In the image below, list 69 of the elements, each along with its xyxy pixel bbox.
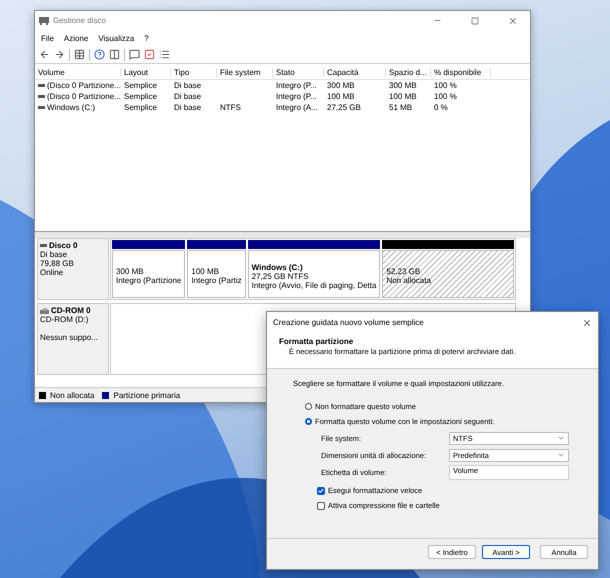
partition-block[interactable]: 52,23 GB Non allocata (382, 250, 514, 298)
table-cell-text: NTFS (219, 103, 242, 112)
table-cell-text: 100 MB (326, 92, 356, 101)
maximize-icon[interactable] (471, 16, 479, 24)
legend-label: Partizione primaria (113, 390, 180, 400)
columns-icon[interactable] (109, 49, 120, 60)
table-cell-text: 27,25 GB (326, 103, 362, 112)
window-title: Gestione disco (53, 16, 107, 25)
partition-bar (187, 240, 246, 249)
checkbox-icon[interactable] (144, 49, 155, 60)
close-icon[interactable] (582, 318, 592, 328)
list-icon[interactable] (159, 49, 170, 60)
partition-block[interactable]: 100 MB Integro (Partiz (187, 250, 246, 298)
column-header[interactable]: Spazio d... (386, 68, 431, 77)
table-cell-text: 100 % (433, 92, 458, 101)
back-icon[interactable] (39, 49, 50, 60)
table-cell-text: 300 MB (326, 81, 356, 90)
table-cell-text: Integro (A... (275, 103, 319, 112)
table-cell-text: Integro (P... (275, 92, 318, 101)
table-cell: Windows (C:) (35, 103, 121, 112)
disk-detail: CD-ROM (D:) (40, 315, 90, 324)
menu-item[interactable]: File (41, 34, 54, 42)
menu-item[interactable]: ? (144, 34, 149, 42)
column-header[interactable]: Volume (35, 68, 121, 77)
table-cell-text: 100 % (433, 81, 458, 90)
cd-drive-icon (40, 307, 49, 314)
table-cell-text: 51 MB (388, 103, 414, 112)
drive-icon (38, 95, 45, 98)
disk-name: CD-ROM 0 (40, 306, 106, 315)
table-cell-text: Semplice (123, 81, 158, 90)
table-cell-text: Semplice (123, 92, 158, 101)
column-header[interactable]: Tipo (171, 68, 217, 77)
column-header[interactable]: Stato (273, 68, 324, 77)
close-icon[interactable] (508, 16, 518, 26)
column-header[interactable]: File system (217, 68, 273, 77)
table-cell-text: 300 MB (388, 81, 418, 90)
table-cell-text: Semplice (123, 103, 158, 112)
table-cell-text: 0 % (433, 103, 449, 112)
legend-label: Non allocata (50, 390, 94, 400)
table-cell-text: 100 MB (388, 92, 418, 101)
table-cell-text: Di base (173, 81, 202, 90)
dialog-title: Creazione guidata nuovo volume semplice (273, 318, 424, 327)
column-header[interactable]: Capacità (324, 68, 386, 77)
chevron-icon (557, 451, 565, 459)
drive-icon (40, 244, 47, 247)
menu-item[interactable]: Azione (64, 34, 88, 42)
partition-block[interactable]: Windows (C:) 27,25 GB NTFS Integro (Avvio, File di paging, Detta (248, 250, 380, 298)
partition-block[interactable]: 300 MB Integro (Partizione (112, 250, 186, 298)
table-cell: (Disco 0 Partizione... (35, 81, 121, 90)
drive-icon (38, 106, 45, 109)
disk-detail: 79,88 GB (40, 259, 75, 268)
disk-detail: Online (40, 268, 64, 277)
table-cell-text: Integro (P... (275, 81, 318, 90)
table-cell: (Disco 0 Partizione... (35, 92, 121, 101)
table-cell-text: Di base (173, 103, 202, 112)
column-header[interactable]: Layout (121, 68, 171, 77)
table-icon[interactable] (74, 49, 85, 60)
help-icon[interactable] (94, 49, 105, 60)
disk-detail: Di base (40, 250, 68, 259)
table-cell-text: Di base (173, 92, 202, 101)
menu-item[interactable]: Visualizza (98, 34, 134, 42)
disk-name: Disco 0 (40, 241, 106, 250)
forward-icon[interactable] (54, 49, 65, 60)
chevron-icon (557, 434, 565, 442)
message-icon[interactable] (129, 49, 140, 60)
drive-icon (38, 84, 45, 87)
step-heading: Formatta partizione (279, 337, 354, 346)
disk-detail: Nessun suppo... (40, 333, 99, 342)
column-header[interactable]: % disponibile (431, 68, 491, 77)
